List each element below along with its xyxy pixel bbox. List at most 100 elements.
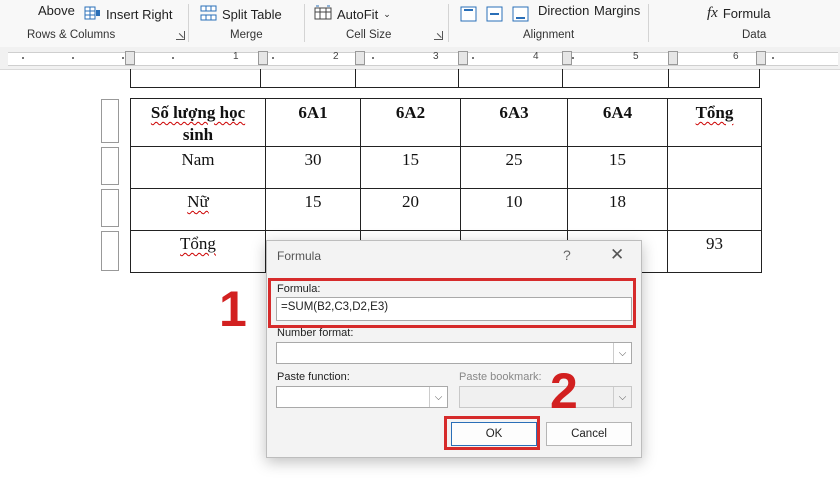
table-cell[interactable]	[667, 146, 762, 189]
row-label: Nữ	[187, 192, 209, 211]
table-cell[interactable]: 20	[360, 188, 461, 231]
table-cell[interactable]	[668, 69, 760, 88]
insert-right-button[interactable]: Insert Right	[84, 5, 172, 24]
table-cell[interactable]	[260, 69, 356, 88]
ruler-dot	[272, 57, 274, 59]
ruler-dot	[772, 57, 774, 59]
cell-margins-label: Margins	[594, 3, 641, 18]
header-total: Tổng	[695, 103, 734, 122]
grand-total-value: 93	[706, 234, 723, 253]
table-header-cell[interactable]: 6A3	[460, 98, 568, 147]
ruler-column-marker[interactable]	[562, 51, 572, 65]
table-header-label-cell[interactable]: Số lượng học sinh	[130, 98, 266, 147]
align-middle-icon	[486, 6, 503, 25]
chevron-down-icon[interactable]: ⌵	[429, 387, 447, 407]
paste-bookmark-select[interactable]: ⌵	[459, 386, 632, 408]
ruler-dot	[122, 57, 124, 59]
chevron-down-icon: ⌄	[383, 9, 391, 19]
table-cell[interactable]: 18	[567, 188, 668, 231]
align-middle-button[interactable]	[486, 6, 503, 25]
cancel-button[interactable]: Cancel	[546, 422, 632, 446]
chevron-down-icon[interactable]: ⌵	[613, 387, 631, 407]
formula-button[interactable]: fx Formula	[707, 5, 771, 22]
align-top-button[interactable]	[460, 6, 477, 25]
insert-right-label: Insert Right	[106, 7, 173, 22]
separator	[304, 4, 305, 42]
split-table-label: Split Table	[222, 7, 282, 22]
ruler-number: 4	[533, 51, 539, 62]
paste-function-label: Paste function:	[277, 371, 350, 383]
table-row-label-cell[interactable]: Tổng	[130, 230, 266, 273]
table-cell[interactable]	[355, 69, 459, 88]
number-format-select[interactable]: ⌵	[276, 342, 632, 364]
insert-above-label: Above	[38, 3, 75, 18]
cell-value: 15	[609, 150, 626, 169]
paste-function-select[interactable]: ⌵	[276, 386, 448, 408]
cell-value: 10	[505, 192, 523, 211]
cell-value: 15	[402, 150, 419, 169]
ruler-column-marker[interactable]	[355, 51, 365, 65]
row-selector[interactable]	[101, 189, 119, 227]
cell-value: 30	[304, 150, 322, 169]
align-top-icon	[460, 6, 477, 25]
table-cell-total[interactable]: 93	[667, 230, 762, 273]
table-header-cell[interactable]: 6A2	[360, 98, 461, 147]
dialog-launcher-icon[interactable]	[434, 31, 443, 40]
row-selector[interactable]	[101, 231, 119, 271]
align-bottom-icon	[512, 6, 529, 25]
group-label-rows-columns: Rows & Columns	[27, 29, 116, 41]
autofit-button[interactable]: AutoFit ⌄	[314, 5, 391, 24]
table-header-cell[interactable]: 6A4	[567, 98, 668, 147]
group-label-data: Data	[742, 29, 767, 41]
table-cell[interactable]: 15	[265, 188, 361, 231]
table-cell[interactable]: 25	[460, 146, 568, 189]
close-icon[interactable]: ✕	[610, 245, 624, 265]
split-table-button[interactable]: Split Table	[200, 5, 282, 24]
ruler-column-marker[interactable]	[125, 51, 135, 65]
ruler-column-marker[interactable]	[258, 51, 268, 65]
row-label: Tổng	[180, 234, 216, 253]
ruler-column-marker[interactable]	[668, 51, 678, 65]
table-row-label-cell[interactable]: Nam	[130, 146, 266, 189]
table-cell[interactable]	[458, 69, 563, 88]
insert-above-button[interactable]: Above	[38, 3, 75, 18]
separator	[648, 4, 649, 42]
paste-bookmark-label: Paste bookmark:	[459, 371, 542, 383]
ruler-number: 3	[433, 51, 439, 62]
formula-ribbon-label: Formula	[722, 6, 771, 21]
table-cell[interactable]	[667, 188, 762, 231]
chevron-down-icon[interactable]: ⌵	[613, 343, 631, 363]
autofit-label: AutoFit	[337, 7, 379, 22]
table-header-cell[interactable]: Tổng	[667, 98, 762, 147]
table-header-cell[interactable]: 6A1	[265, 98, 361, 147]
dialog-launcher-icon[interactable]	[176, 31, 185, 40]
cell-value: 15	[304, 192, 322, 211]
table-cell[interactable]: 15	[567, 146, 668, 189]
table-cell[interactable]	[130, 69, 261, 88]
ruler-dot	[572, 57, 574, 59]
ruler-column-marker[interactable]	[756, 51, 766, 65]
help-icon[interactable]: ?	[563, 247, 571, 263]
header-label-line2: sinh	[182, 125, 214, 144]
text-direction-button[interactable]: Direction	[538, 3, 589, 18]
cell-margins-button[interactable]: Margins	[594, 3, 640, 18]
table-cell[interactable]	[562, 69, 669, 88]
table-cell[interactable]: 10	[460, 188, 568, 231]
step-2-label: 2	[550, 363, 578, 419]
header-6a3: 6A3	[499, 103, 529, 122]
insert-right-icon	[84, 5, 101, 24]
ruler-number: 6	[733, 51, 739, 62]
row-selector[interactable]	[101, 99, 119, 143]
table-cell[interactable]: 15	[360, 146, 461, 189]
row-selector[interactable]	[101, 147, 119, 185]
table-row-label-cell[interactable]: Nữ	[130, 188, 266, 231]
formula-highlight-box	[268, 278, 636, 328]
horizontal-ruler[interactable]: 1 2 3 4 5 6	[0, 47, 840, 70]
header-6a2: 6A2	[395, 103, 426, 122]
align-bottom-button[interactable]	[512, 6, 529, 25]
ruler-column-marker[interactable]	[458, 51, 468, 65]
separator	[448, 4, 449, 42]
cell-value: 20	[402, 192, 419, 211]
table-cell[interactable]: 30	[265, 146, 361, 189]
number-format-label: Number format:	[277, 327, 354, 339]
